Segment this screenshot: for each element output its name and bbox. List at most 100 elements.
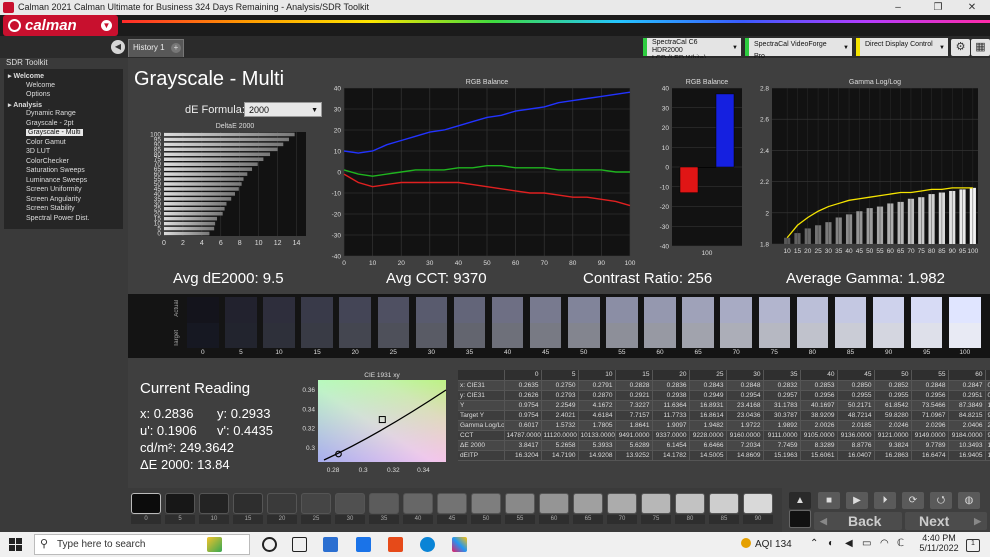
sidebar-item[interactable]: Dynamic Range [26, 110, 76, 117]
x-tick-label: 55 [876, 248, 884, 255]
patch-button[interactable] [131, 493, 161, 514]
table-cell: 9.7789 [911, 440, 949, 451]
patch-button[interactable] [301, 493, 331, 514]
step-icon[interactable]: ⏵ [874, 492, 896, 509]
next-button[interactable]: Next ▶ [905, 512, 987, 530]
sidebar-item[interactable]: Saturation Sweeps [26, 167, 85, 174]
battery-icon[interactable]: ▭ [862, 538, 871, 549]
patch-button[interactable] [607, 493, 637, 514]
patch-button[interactable] [403, 493, 433, 514]
patch-button[interactable] [165, 493, 195, 514]
grid-icon[interactable]: ▦ [971, 39, 990, 56]
add-tab-icon[interactable]: + [171, 43, 181, 53]
table-cell: 6.6466 [689, 440, 727, 451]
patch-button[interactable] [233, 493, 263, 514]
cortana-icon[interactable] [262, 537, 277, 552]
table-row[interactable]: Gamma Log/Log 0.6017 1.5732 1.7805 1.8641 1.9… [458, 420, 990, 431]
table-cell: 9184.0000 [948, 430, 986, 441]
sidebar-item[interactable]: Color Gamut [26, 139, 66, 146]
sidebar-item[interactable]: ▸ Welcome [8, 72, 44, 80]
sidebar-item[interactable]: Welcome [26, 82, 55, 89]
patch-button[interactable] [471, 493, 501, 514]
volume-icon[interactable]: ◀ [845, 538, 853, 549]
patch-button[interactable] [573, 493, 603, 514]
collapse-sidebar-icon[interactable]: ◀ [111, 40, 125, 54]
patch-button[interactable] [505, 493, 535, 514]
patch-button[interactable] [267, 493, 297, 514]
pattern-generator-select[interactable]: SpectraCal VideoForge Pro ▼ [745, 38, 852, 60]
close-window-button[interactable]: ✕ [954, 0, 990, 15]
table-cell: 11120.0000 [541, 430, 579, 441]
patch-label: 50 [471, 515, 501, 524]
table-row[interactable]: CCT 14787.0000 11120.0000 10133.0000 9491.00… [458, 430, 990, 441]
scroll-up-icon[interactable]: ▲ [789, 492, 811, 509]
table-row[interactable]: ΔE 2000 3.8417 5.2658 5.3933 5.6289 6.1454 6.6… [458, 440, 990, 451]
patch-button[interactable] [709, 493, 739, 514]
target-swatch [301, 323, 333, 348]
read-continuous-icon[interactable]: ⟳ [902, 492, 924, 509]
calman-logo-menu[interactable]: calman ▼ [3, 15, 118, 36]
table-row[interactable]: dEITP 16.3204 14.7190 14.9208 13.9252 14.1782… [458, 450, 990, 461]
chevron-down-icon: ▼ [843, 45, 849, 51]
sidebar-item[interactable]: Screen Uniformity [26, 186, 82, 193]
play-icon[interactable]: ▶ [846, 492, 868, 509]
patch-button[interactable] [539, 493, 569, 514]
wifi-icon[interactable]: ◠ [880, 538, 889, 549]
sidebar-item[interactable]: Screen Stability [26, 205, 75, 212]
meter-device-select[interactable]: SpectraCal C6 HDR2000 LCD (LED White) ▼ [643, 38, 741, 62]
patch-button[interactable] [743, 493, 773, 514]
minimize-button[interactable]: – [880, 0, 916, 15]
display-control-select[interactable]: Direct Display Control ▼ [856, 38, 948, 56]
table-row[interactable]: Target Y 0.9754 2.4021 4.6184 7.7157 11.7733 1… [458, 410, 990, 421]
de-bar [164, 167, 253, 171]
sidebar-item[interactable]: Screen Angularity [26, 196, 81, 203]
maximize-button[interactable]: ❐ [920, 0, 956, 15]
taskbar-app-icon[interactable] [323, 537, 338, 552]
windows-start-icon[interactable] [9, 538, 23, 552]
patch-button[interactable] [199, 493, 229, 514]
mail-icon[interactable] [356, 537, 371, 552]
reset-icon[interactable]: ⭯ [930, 492, 952, 509]
table-row[interactable]: x: CIE31 0.2635 0.2750 0.2791 0.2828 0.2836 0.… [458, 380, 990, 391]
stop-icon[interactable]: ■ [818, 492, 840, 509]
patch-label: 65 [573, 515, 603, 524]
swatch-label: 95 [923, 349, 931, 356]
table-row[interactable]: Y 0.9754 2.2549 4.1672 7.3227 11.6364 16.8931 2… [458, 400, 990, 411]
x-tick-label: 35 [835, 248, 843, 255]
tray-expand-icon[interactable]: ⌃ [810, 538, 818, 549]
table-header-cell: 65 [985, 370, 990, 381]
sidebar-item[interactable]: Luminance Sweeps [26, 177, 87, 184]
sidebar-item[interactable]: Options [26, 91, 50, 98]
sidebar-item[interactable]: ColorChecker [26, 158, 69, 165]
table-cell: 99.9 [985, 410, 990, 421]
options-icon[interactable]: ◍ [958, 492, 980, 509]
back-arrow-icon: ◀ [820, 516, 827, 526]
sidebar-item[interactable]: Grayscale - Multi [26, 129, 83, 136]
sidebar-item[interactable]: 3D LUT [26, 148, 50, 155]
patch-button[interactable] [437, 493, 467, 514]
edge-browser-icon[interactable] [420, 537, 435, 552]
aqi-widget[interactable]: AQI 134 [741, 538, 792, 550]
network-icon[interactable]: ◐ [828, 538, 834, 549]
patch-button[interactable] [369, 493, 399, 514]
patch-button[interactable] [675, 493, 705, 514]
language-icon[interactable]: ℂ [897, 538, 904, 549]
tab-history[interactable]: History 1 + [128, 39, 184, 57]
calman-taskbar-icon[interactable] [452, 537, 467, 552]
patch-button[interactable] [335, 493, 365, 514]
sidebar-item[interactable]: ▸ Analysis [8, 101, 42, 109]
table-row[interactable]: y: CIE31 0.2626 0.2793 0.2870 0.2921 0.2938 0.… [458, 390, 990, 401]
weather-widget-icon[interactable] [207, 537, 222, 552]
avg-gamma-stat: Average Gamma: 1.982 [786, 270, 945, 287]
task-view-icon[interactable] [292, 537, 307, 552]
sidebar-item[interactable]: Spectral Power Dist. [26, 215, 89, 222]
back-button[interactable]: ◀ Back [814, 512, 902, 530]
de-formula-select[interactable]: 2000 ▼ [244, 102, 322, 117]
office-icon[interactable] [388, 537, 403, 552]
notifications-icon[interactable]: 1 [966, 539, 980, 552]
table-cell: 87.3849 [948, 400, 986, 411]
clock[interactable]: 4:40 PM 5/11/2022 [918, 533, 960, 553]
patch-button[interactable] [641, 493, 671, 514]
gear-icon[interactable]: ⚙ [951, 39, 970, 56]
sidebar-item[interactable]: Grayscale - 2pt [26, 120, 73, 127]
